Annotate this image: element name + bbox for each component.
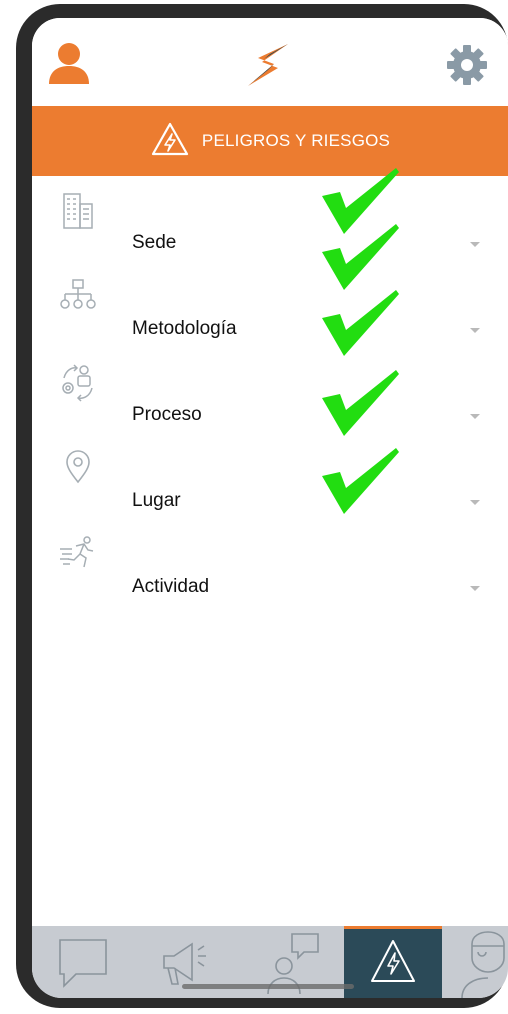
- home-indicator[interactable]: [182, 984, 354, 989]
- org-chart-icon: [58, 276, 98, 316]
- field-label: Actividad: [132, 576, 210, 597]
- top-app-bar: [32, 18, 508, 106]
- select-sede[interactable]: Sede: [32, 184, 508, 270]
- chevron-down-icon[interactable]: [470, 500, 480, 505]
- field-label: Lugar: [132, 490, 181, 511]
- hazard-warning-icon: [344, 940, 442, 998]
- location-pin-icon: [58, 448, 98, 488]
- hazard-warning-icon: [150, 121, 190, 162]
- app-screen: PELIGROS Y RIESGOS Sede Metodología Proc…: [32, 18, 508, 998]
- chevron-down-icon[interactable]: [470, 242, 480, 247]
- select-actividad[interactable]: Actividad: [32, 528, 508, 614]
- process-cycle-icon: [58, 362, 98, 402]
- tab-hazards[interactable]: [344, 926, 442, 998]
- chevron-down-icon[interactable]: [470, 414, 480, 419]
- settings-gear-icon[interactable]: [446, 44, 488, 86]
- section-banner: PELIGROS Y RIESGOS: [32, 106, 508, 176]
- field-label: Proceso: [132, 404, 202, 425]
- select-proceso[interactable]: Proceso: [32, 356, 508, 442]
- tab-chat[interactable]: [32, 926, 132, 998]
- select-lugar[interactable]: Lugar: [32, 442, 508, 528]
- doctor-icon: [452, 931, 508, 998]
- building-icon: [58, 190, 98, 230]
- checkmark-icon: [322, 224, 402, 292]
- app-logo: [244, 42, 294, 90]
- chevron-down-icon[interactable]: [470, 586, 480, 591]
- running-person-icon: [58, 534, 98, 574]
- checkmark-icon: [322, 370, 402, 438]
- tab-medical[interactable]: [452, 926, 508, 998]
- field-label: Sede: [132, 232, 177, 253]
- field-label: Metodología: [132, 318, 237, 339]
- checkmark-icon: [322, 290, 402, 358]
- page-title: PELIGROS Y RIESGOS: [201, 131, 391, 150]
- chevron-down-icon[interactable]: [470, 328, 480, 333]
- select-metodologia[interactable]: Metodología: [32, 270, 508, 356]
- user-profile-icon[interactable]: [46, 40, 92, 86]
- checkmark-icon: [322, 448, 402, 516]
- chat-bubble-icon: [32, 939, 132, 998]
